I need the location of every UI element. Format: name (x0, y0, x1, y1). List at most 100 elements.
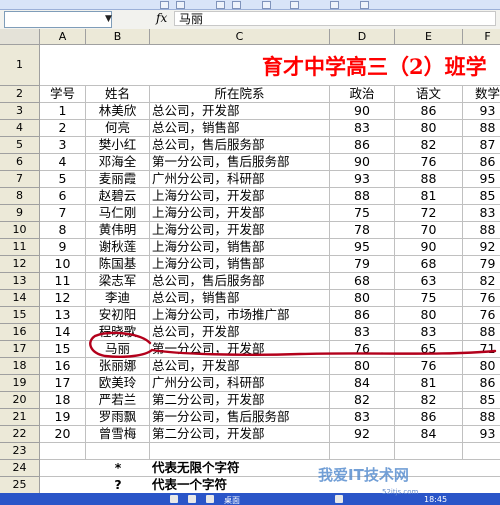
table-cell[interactable]: 76 (330, 341, 395, 358)
toolbar-icon[interactable] (330, 1, 339, 9)
table-cell[interactable]: 68 (330, 273, 395, 290)
row-header[interactable]: 9 (0, 205, 40, 222)
note-symbol[interactable]: ? (86, 477, 150, 494)
header-cell[interactable]: 姓名 (86, 86, 150, 103)
table-cell[interactable]: 4 (40, 154, 86, 171)
table-cell[interactable]: 总公司，销售部 (150, 120, 330, 137)
column-header-e[interactable]: E (395, 29, 463, 45)
column-header-d[interactable]: D (330, 29, 395, 45)
table-cell[interactable]: 20 (40, 426, 86, 443)
table-cell[interactable]: 李迪 (86, 290, 150, 307)
table-cell[interactable]: 85 (463, 188, 500, 205)
header-cell[interactable]: 数学 (463, 86, 500, 103)
table-cell[interactable]: 82 (330, 392, 395, 409)
table-cell[interactable]: 71 (463, 341, 500, 358)
table-cell[interactable]: 83 (463, 205, 500, 222)
table-cell[interactable]: 第一分公司，售后服务部 (150, 154, 330, 171)
row-header[interactable]: 1 (0, 45, 40, 86)
table-cell[interactable]: 欧美玲 (86, 375, 150, 392)
table-cell[interactable]: 90 (330, 103, 395, 120)
table-cell[interactable]: 83 (395, 324, 463, 341)
table-cell[interactable]: 14 (40, 324, 86, 341)
desktop-label[interactable]: 桌面 (224, 495, 240, 505)
table-cell[interactable]: 17 (40, 375, 86, 392)
table-cell[interactable]: 83 (330, 409, 395, 426)
toolbar-icon[interactable] (262, 1, 271, 9)
table-cell[interactable]: 83 (330, 324, 395, 341)
table-cell[interactable]: 68 (395, 256, 463, 273)
table-cell[interactable] (330, 443, 395, 460)
table-cell[interactable]: 安初阳 (86, 307, 150, 324)
table-cell[interactable]: 90 (330, 154, 395, 171)
table-cell[interactable] (40, 477, 86, 494)
table-cell[interactable]: 总公司，开发部 (150, 103, 330, 120)
toolbar-icon[interactable] (160, 1, 169, 9)
table-cell[interactable]: 86 (330, 307, 395, 324)
table-cell[interactable]: 88 (463, 409, 500, 426)
table-cell[interactable]: 第一分公司，售后服务部 (150, 409, 330, 426)
table-cell[interactable]: 黄伟明 (86, 222, 150, 239)
table-cell[interactable]: 95 (330, 239, 395, 256)
toolbar-icon[interactable] (216, 1, 225, 9)
table-cell[interactable]: 93 (330, 171, 395, 188)
row-header[interactable]: 8 (0, 188, 40, 205)
select-all-corner[interactable] (0, 29, 40, 45)
table-cell[interactable]: 上海分公司，开发部 (150, 188, 330, 205)
table-cell[interactable]: 82 (463, 273, 500, 290)
column-header-a[interactable]: A (40, 29, 86, 45)
table-cell[interactable]: 麦丽霞 (86, 171, 150, 188)
name-box[interactable]: ▼ (4, 11, 112, 28)
row-header[interactable]: 24 (0, 460, 40, 477)
table-cell[interactable]: 78 (330, 222, 395, 239)
table-cell[interactable]: 83 (330, 120, 395, 137)
table-cell[interactable]: 93 (463, 103, 500, 120)
table-cell[interactable]: 92 (463, 239, 500, 256)
table-cell[interactable]: 赵碧云 (86, 188, 150, 205)
row-header[interactable]: 6 (0, 154, 40, 171)
table-cell[interactable]: 70 (395, 222, 463, 239)
table-cell[interactable]: 82 (395, 392, 463, 409)
table-cell[interactable]: 12 (40, 290, 86, 307)
table-cell[interactable]: 86 (395, 103, 463, 120)
table-cell[interactable]: 樊小红 (86, 137, 150, 154)
table-cell[interactable]: 13 (40, 307, 86, 324)
table-cell[interactable]: 6 (40, 188, 86, 205)
table-cell[interactable]: 80 (463, 358, 500, 375)
table-cell[interactable]: 84 (395, 426, 463, 443)
table-cell[interactable]: 上海分公司，销售部 (150, 256, 330, 273)
table-cell[interactable]: 总公司，开发部 (150, 324, 330, 341)
table-cell[interactable] (40, 443, 86, 460)
table-cell[interactable]: 80 (395, 120, 463, 137)
table-cell[interactable]: 84 (330, 375, 395, 392)
table-cell[interactable]: 88 (463, 324, 500, 341)
table-cell[interactable]: 第一分公司，开发部 (150, 341, 330, 358)
table-cell[interactable]: 76 (395, 358, 463, 375)
tray-icon[interactable] (335, 495, 343, 503)
table-cell[interactable]: 18 (40, 392, 86, 409)
header-cell[interactable]: 语文 (395, 86, 463, 103)
row-header[interactable]: 19 (0, 375, 40, 392)
app-icon[interactable] (170, 495, 178, 503)
row-header[interactable]: 16 (0, 324, 40, 341)
table-cell[interactable]: 95 (463, 171, 500, 188)
column-header-b[interactable]: B (86, 29, 150, 45)
column-header-c[interactable]: C (150, 29, 330, 45)
row-header[interactable]: 11 (0, 239, 40, 256)
table-cell[interactable]: 总公司，售后服务部 (150, 273, 330, 290)
row-header[interactable]: 21 (0, 409, 40, 426)
table-cell[interactable] (40, 460, 86, 477)
table-cell[interactable]: 程晓歌 (86, 324, 150, 341)
table-cell[interactable]: 11 (40, 273, 86, 290)
row-header[interactable]: 5 (0, 137, 40, 154)
table-cell[interactable]: 10 (40, 256, 86, 273)
table-cell[interactable]: 8 (40, 222, 86, 239)
table-cell[interactable]: 65 (395, 341, 463, 358)
table-cell[interactable]: 92 (330, 426, 395, 443)
fx-icon[interactable]: fx (156, 11, 167, 25)
table-cell[interactable]: 3 (40, 137, 86, 154)
table-cell[interactable]: 80 (330, 358, 395, 375)
table-cell[interactable] (86, 443, 150, 460)
table-cell[interactable]: 第二分公司，开发部 (150, 426, 330, 443)
chevron-down-icon[interactable]: ▼ (105, 14, 112, 24)
table-cell[interactable]: 86 (330, 137, 395, 154)
